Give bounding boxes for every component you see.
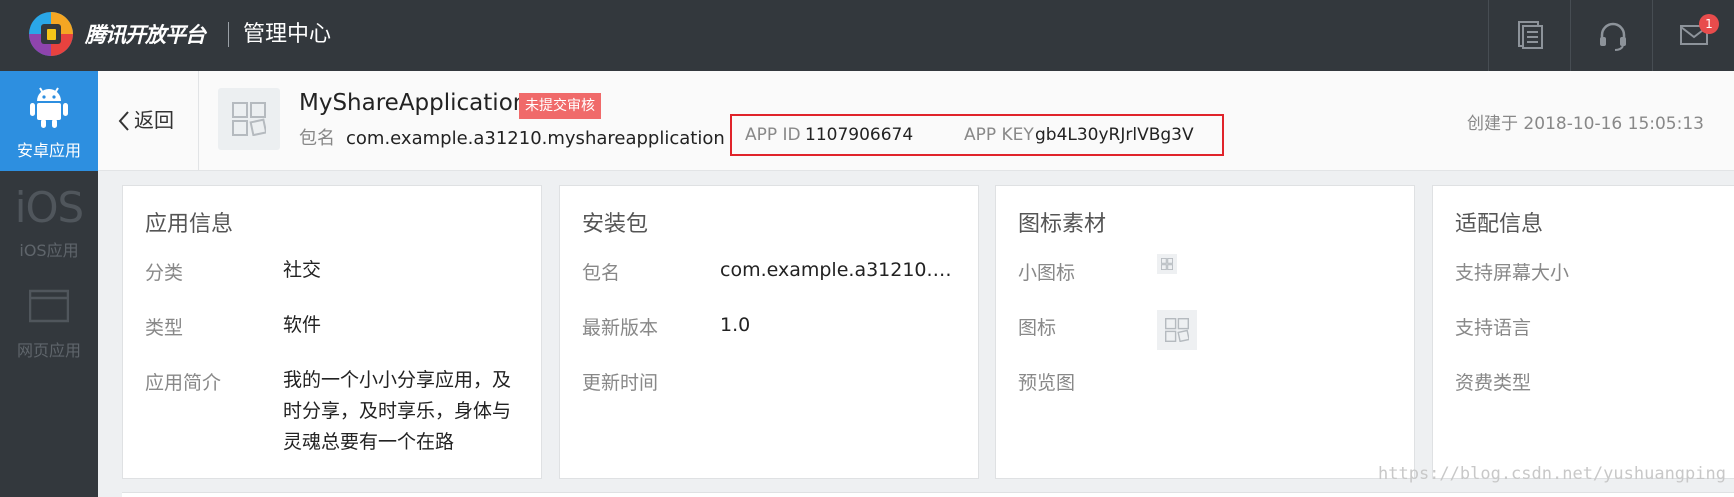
- back-button[interactable]: 返回: [118, 107, 174, 133]
- page-title: 管理中心: [243, 22, 332, 47]
- app-placeholder-icon: [232, 102, 266, 136]
- app-header: 返回 MyShareApplication 未提交审核 包名 com.examp…: [98, 71, 1734, 171]
- package-name: com.example.a31210.myshareapplication: [346, 128, 725, 149]
- app-id-label: APP ID: [745, 125, 801, 145]
- chevron-left-icon: [118, 111, 129, 131]
- category-value: 社交: [283, 259, 322, 281]
- app-icon: [218, 88, 280, 150]
- update-time-label: 更新时间: [582, 372, 659, 394]
- created-timestamp: 创建于 2018-10-16 15:05:13: [1467, 114, 1704, 134]
- status-badge: 未提交审核: [519, 93, 601, 119]
- watermark: https://blog.csdn.net/yushuangping: [1378, 464, 1726, 484]
- icon-assets-card: 图标素材 小图标 图标 预览图: [995, 185, 1415, 479]
- package-label: 包名: [582, 262, 621, 284]
- next-section-edge: [122, 492, 1734, 497]
- card-title: 适配信息: [1455, 212, 1544, 237]
- app-key-label: APP KEY: [964, 125, 1034, 145]
- android-icon: [30, 87, 68, 128]
- app-key-value: gb4L30yRJrlVBg3V: [1035, 125, 1194, 145]
- back-label: 返回: [134, 108, 174, 132]
- app-info-card: 应用信息 分类 社交 类型 软件 应用简介 我的一个小小分享应用，及时分享，及时…: [122, 185, 542, 479]
- ios-icon: iOS: [14, 183, 84, 232]
- app-id-value: 1107906674: [805, 125, 914, 145]
- sidebar-item-label: iOS应用: [19, 241, 79, 260]
- screen-size-label: 支持屏幕大小: [1455, 262, 1570, 284]
- fee-type-label: 资费类型: [1455, 372, 1532, 394]
- type-value: 软件: [283, 314, 322, 336]
- icon-label: 图标: [1018, 317, 1057, 339]
- brand-name: 腾讯开放平台: [85, 23, 206, 47]
- card-title: 安装包: [582, 212, 649, 237]
- brand-divider: [228, 22, 229, 47]
- app-name: MyShareApplication: [299, 90, 528, 116]
- messages-button[interactable]: 1: [1652, 0, 1734, 71]
- sidebar-item-android[interactable]: 安卓应用: [0, 71, 98, 171]
- top-bar: 腾讯开放平台 管理中心 1: [0, 0, 1734, 71]
- app-credentials-box: APP ID 1107906674 APP KEY gb4L30yRJrlVBg…: [730, 114, 1224, 156]
- headset-icon: [1600, 22, 1626, 51]
- type-label: 类型: [145, 317, 184, 339]
- sidebar-item-ios[interactable]: iOS iOS应用: [0, 171, 98, 271]
- card-title: 图标素材: [1018, 212, 1107, 237]
- version-value: 1.0: [720, 314, 751, 336]
- intro-value: 我的一个小小分享应用，及时分享，及时享乐，身体与灵魂总要有一个在路: [283, 369, 511, 453]
- support-button[interactable]: [1570, 0, 1652, 71]
- adaptation-card: 适配信息 支持屏幕大小 支持语言 资费类型: [1432, 185, 1734, 479]
- preview-label: 预览图: [1018, 372, 1076, 394]
- app-placeholder-icon: [1161, 258, 1173, 270]
- browser-window-icon: [29, 289, 69, 323]
- notification-badge: 1: [1699, 14, 1719, 34]
- sidebar-item-web[interactable]: 网页应用: [0, 271, 98, 371]
- header-divider: [198, 71, 199, 171]
- package-value: com.example.a31210.m…: [720, 259, 952, 281]
- small-icon-preview: [1157, 254, 1177, 274]
- intro-label: 应用简介: [145, 372, 222, 394]
- language-label: 支持语言: [1455, 317, 1532, 339]
- card-title: 应用信息: [145, 212, 234, 237]
- docs-button[interactable]: [1488, 0, 1570, 71]
- package-label: 包名: [299, 128, 335, 149]
- sidebar: 安卓应用 iOS iOS应用 网页应用: [0, 71, 98, 497]
- app-placeholder-icon: [1165, 318, 1189, 342]
- small-icon-label: 小图标: [1018, 262, 1076, 284]
- sidebar-item-label: 网页应用: [16, 341, 81, 360]
- version-label: 最新版本: [582, 317, 659, 339]
- sidebar-item-label: 安卓应用: [16, 141, 81, 160]
- tencent-logo-icon: [29, 12, 73, 56]
- category-label: 分类: [145, 262, 184, 284]
- package-card: 安装包 包名 com.example.a31210.m… 最新版本 1.0 更新…: [559, 185, 979, 479]
- icon-preview: [1157, 310, 1197, 350]
- document-icon: [1518, 21, 1543, 49]
